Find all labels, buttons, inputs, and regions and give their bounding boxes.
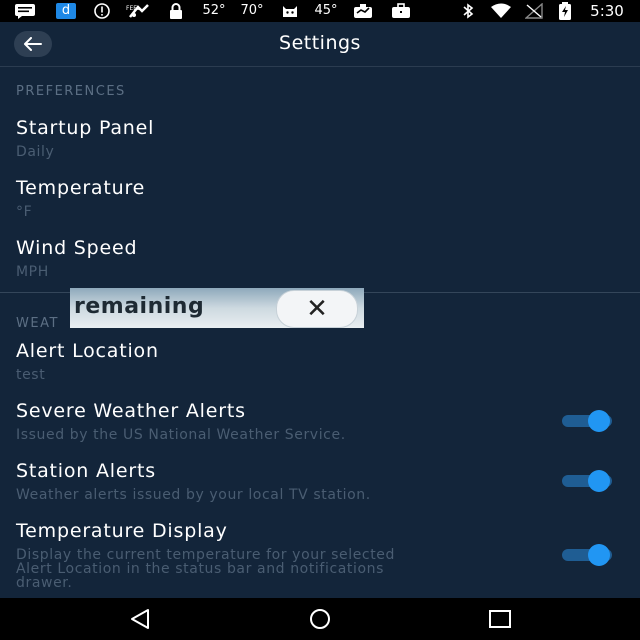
setting-temperature[interactable]: Temperature °F [0,177,640,229]
section-header-preferences: PREFERENCES [16,84,126,99]
setting-startup-panel[interactable]: Startup Panel Daily [0,117,640,169]
ad-remaining-text: remaining [74,294,205,319]
setting-value: Daily [16,144,55,160]
clock-text: 5:30 [590,2,624,20]
setting-title: Severe Weather Alerts [16,400,246,422]
setting-value: test [16,367,46,383]
temp-1-text: 52° [202,3,226,18]
setting-value: °F [16,204,33,220]
message-icon [12,3,38,19]
weather-icon [352,3,374,19]
lock-icon [166,3,186,19]
wifi-icon [488,3,514,19]
station-alerts-toggle[interactable] [560,470,620,492]
setting-value: MPH [16,264,49,280]
setting-title: Startup Panel [16,117,155,139]
toggle-thumb [588,544,610,566]
square-recents-icon [489,610,511,628]
page-title: Settings [279,32,361,54]
settings-list[interactable]: PREFERENCES Startup Panel Daily Temperat… [0,67,640,598]
setting-wind-speed[interactable]: Wind Speed MPH [0,237,640,289]
setting-title: Temperature Display [16,520,228,542]
setting-title: Alert Location [16,340,159,362]
setting-title: Station Alerts [16,460,156,482]
ad-overlay[interactable]: remaining ✕ [70,288,364,328]
app-toolbar: Settings [0,22,640,67]
close-icon: ✕ [306,294,328,324]
nav-back-button[interactable] [120,606,160,632]
setting-temperature-display[interactable]: Temperature Display Display the current … [0,520,640,598]
setting-description: Issued by the US National Weather Servic… [16,427,346,443]
alert-circle-icon [92,3,112,19]
no-signal-icon [524,3,544,19]
setting-title: Temperature [16,177,146,199]
nav-recents-button[interactable] [480,606,520,632]
toggle-thumb [588,410,610,432]
bluetooth-icon [460,3,476,19]
feelslike-icon: FEEL [124,3,154,19]
section-header-weather-alerts: WEAT [16,316,59,331]
setting-station-alerts[interactable]: Station Alerts Weather alerts issued by … [0,460,640,512]
app-d-icon: d [54,3,78,19]
cat-icon [280,3,300,19]
setting-severe-weather-alerts[interactable]: Severe Weather Alerts Issued by the US N… [0,400,640,452]
triangle-back-icon [131,609,149,629]
system-nav-bar [0,598,640,640]
setting-alert-location[interactable]: Alert Location test [0,340,640,392]
circle-home-icon [310,609,330,629]
status-bar: d FEEL 52° 70° 45° 5:30 [0,0,640,22]
briefcase-icon [390,3,412,19]
setting-title: Wind Speed [16,237,138,259]
ad-close-button[interactable]: ✕ [276,290,358,328]
temp-3-text: 45° [314,3,338,18]
setting-description-line-3: drawer. [16,575,73,591]
temp-2-text: 70° [240,3,264,18]
toggle-thumb [588,470,610,492]
severe-alerts-toggle[interactable] [560,410,620,432]
nav-home-button[interactable] [300,606,340,632]
setting-description: Weather alerts issued by your local TV s… [16,487,371,503]
temperature-display-toggle[interactable] [560,544,620,566]
battery-charging-icon [556,2,574,20]
